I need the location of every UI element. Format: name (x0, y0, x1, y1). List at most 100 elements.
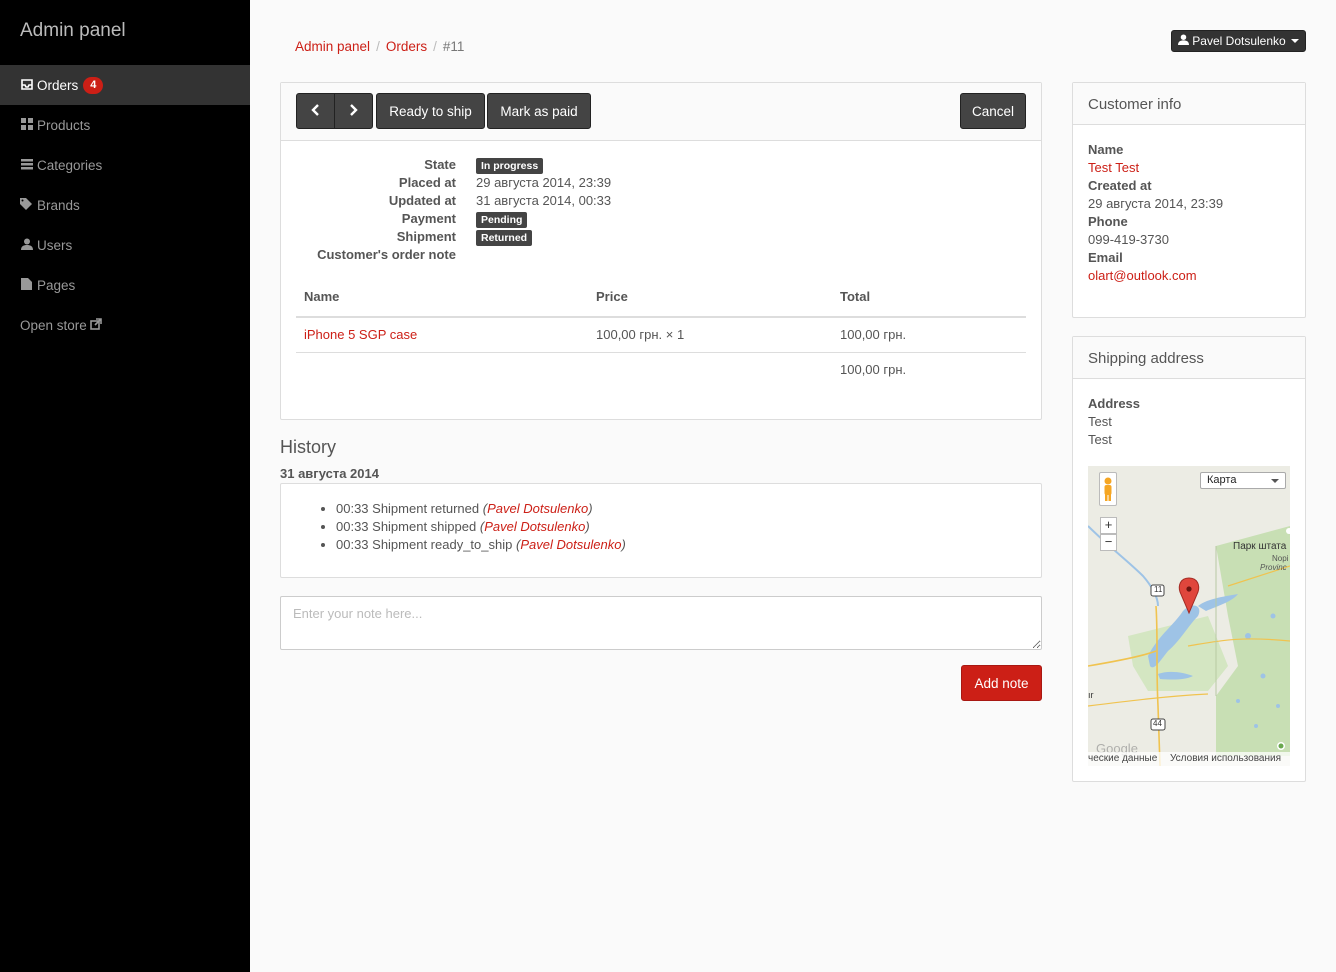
order-note-label: Customer's order note (317, 247, 456, 262)
state-label: State (424, 157, 456, 172)
history-date: 31 августа 2014 (280, 466, 379, 481)
table-total-row: 100,00 грн. (296, 352, 1026, 387)
zoom-in-button[interactable]: + (1100, 517, 1117, 534)
customer-info-panel: Customer info Name Test Test Created at … (1072, 82, 1306, 318)
sidebar: Admin panel Orders 4 Products Categories… (0, 0, 250, 972)
mark-as-paid-button[interactable]: Mark as paid (487, 93, 591, 129)
zoom-out-button[interactable]: − (1100, 534, 1117, 551)
shipping-details: Address Test Test (1088, 395, 1140, 449)
order-toolbar: Ready to ship Mark as paid Cancel (281, 83, 1041, 141)
item-total: 100,00 грн. (832, 317, 1026, 353)
orders-count-badge: 4 (83, 76, 104, 94)
map-park-label: Парк штата (1233, 541, 1287, 552)
list-item: 00:33 Shipment shipped (Pavel Dotsulenko… (336, 518, 626, 536)
history-user-link[interactable]: Pavel Dotsulenko (520, 537, 621, 552)
add-note-button[interactable]: Add note (961, 665, 1042, 701)
address-label: Address (1088, 396, 1141, 411)
customer-name-link[interactable]: Test Test (1088, 159, 1223, 177)
customer-name-label: Name (1088, 142, 1124, 157)
updated-at-value: 31 августа 2014, 00:33 (476, 193, 612, 208)
address-line: Test (1088, 432, 1112, 447)
history-title: History (280, 437, 337, 457)
next-order-button[interactable] (334, 93, 373, 129)
sidebar-item-label: Brands (37, 197, 80, 213)
map-footer: ческие данные Условия использования (1088, 752, 1290, 766)
chevron-right-icon (349, 103, 358, 119)
sidebar-item-products[interactable]: Products (0, 105, 250, 145)
customer-created-value: 29 августа 2014, 23:39 (1088, 196, 1224, 211)
history-user-link[interactable]: Pavel Dotsulenko (487, 501, 588, 516)
user-menu-button[interactable]: Pavel Dotsulenko (1171, 30, 1306, 52)
map-label: ır (1088, 690, 1094, 700)
customer-phone-label: Phone (1088, 214, 1128, 229)
sidebar-item-categories[interactable]: Categories (0, 145, 250, 185)
order-grand-total: 100,00 грн. (840, 362, 907, 378)
chevron-left-icon (311, 103, 320, 119)
customer-created-label: Created at (1088, 178, 1152, 193)
breadcrumb-current: #11 (442, 39, 465, 54)
shipping-address-title: Shipping address (1073, 337, 1305, 379)
map-road-label: 11 (1154, 585, 1163, 594)
customer-email-label: Email (1088, 250, 1123, 265)
map-terms-link[interactable]: Условия использования (1170, 753, 1281, 764)
shipment-label: Shipment (396, 229, 456, 244)
shipping-address-panel: Shipping address Address Test Test 11 44… (1072, 336, 1306, 782)
product-link[interactable]: iPhone 5 SGP case (304, 327, 417, 342)
sidebar-item-brands[interactable]: Brands (0, 185, 250, 225)
inbox-icon (20, 78, 33, 93)
sidebar-item-users[interactable]: Users (0, 225, 250, 265)
breadcrumb: Admin panel / Orders / #11 (295, 39, 464, 54)
shipment-badge: Returned (476, 230, 533, 246)
order-panel: Ready to ship Mark as paid Cancel State I… (280, 82, 1042, 420)
list-item: 00:33 Shipment returned (Pavel Dotsulenk… (336, 500, 626, 518)
ready-to-ship-button[interactable]: Ready to ship (376, 93, 485, 129)
cancel-order-button[interactable]: Cancel (960, 93, 1026, 129)
breadcrumb-admin-panel[interactable]: Admin panel (295, 39, 370, 54)
order-items-table: Name Price Total iPhone 5 SGP case 100,0… (296, 289, 1026, 387)
payment-label: Payment (401, 211, 456, 226)
previous-order-button[interactable] (296, 93, 335, 129)
map-type-select[interactable]: Карта (1200, 472, 1286, 489)
brand-title[interactable]: Admin panel (0, 0, 250, 65)
column-header-name: Name (296, 289, 588, 318)
table-row: iPhone 5 SGP case 100,00 грн. × 1 100,00… (296, 317, 1026, 353)
history-user-link[interactable]: Pavel Dotsulenko (484, 519, 585, 534)
chevron-down-icon (1290, 39, 1299, 43)
map-tiles (1088, 466, 1290, 766)
customer-info-title: Customer info (1073, 83, 1305, 125)
placed-at-label: Placed at (398, 175, 456, 190)
user-icon (20, 238, 33, 253)
note-input[interactable] (280, 596, 1042, 650)
chevron-down-icon (1271, 479, 1279, 483)
sidebar-item-orders[interactable]: Orders 4 (0, 65, 250, 105)
map-label: Provinc (1260, 563, 1287, 572)
customer-details: Name Test Test Created at 29 августа 201… (1088, 141, 1223, 285)
breadcrumb-separator: / (376, 39, 380, 54)
order-details: State In progress Placed at 29 августа 201… (281, 156, 1041, 264)
customer-email-link[interactable]: olart@outlook.com (1088, 267, 1223, 285)
file-icon (20, 277, 33, 293)
street-view-icon[interactable] (1099, 472, 1117, 506)
state-badge: In progress (476, 158, 544, 174)
sidebar-item-label: Categories (37, 157, 103, 173)
shipping-map[interactable]: 11 44 Парк штата Nopi Provinc ır Google … (1088, 466, 1290, 766)
sidebar-item-label: Pages (37, 277, 76, 293)
sidebar-item-label: Users (37, 237, 73, 253)
column-header-total: Total (832, 289, 1026, 318)
grid-icon (20, 117, 33, 133)
breadcrumb-orders[interactable]: Orders (386, 39, 427, 54)
column-header-price: Price (588, 289, 832, 318)
table-header-row: Name Price Total (296, 289, 1026, 318)
customer-phone-value: 099-419-3730 (1088, 232, 1169, 247)
list-icon (20, 158, 33, 173)
item-price: 100,00 грн. × 1 (588, 317, 832, 353)
breadcrumb-separator: / (433, 39, 437, 54)
address-line: Test (1088, 414, 1112, 429)
map-data-credit[interactable]: ческие данные (1088, 753, 1157, 764)
map-road-label: 44 (1153, 719, 1162, 728)
external-link-icon (90, 317, 103, 333)
map-type-label: Карта (1207, 474, 1237, 486)
sidebar-item-pages[interactable]: Pages (0, 265, 250, 305)
sidebar-item-label: Orders (37, 77, 79, 93)
sidebar-item-open-store[interactable]: Open store (0, 305, 250, 345)
